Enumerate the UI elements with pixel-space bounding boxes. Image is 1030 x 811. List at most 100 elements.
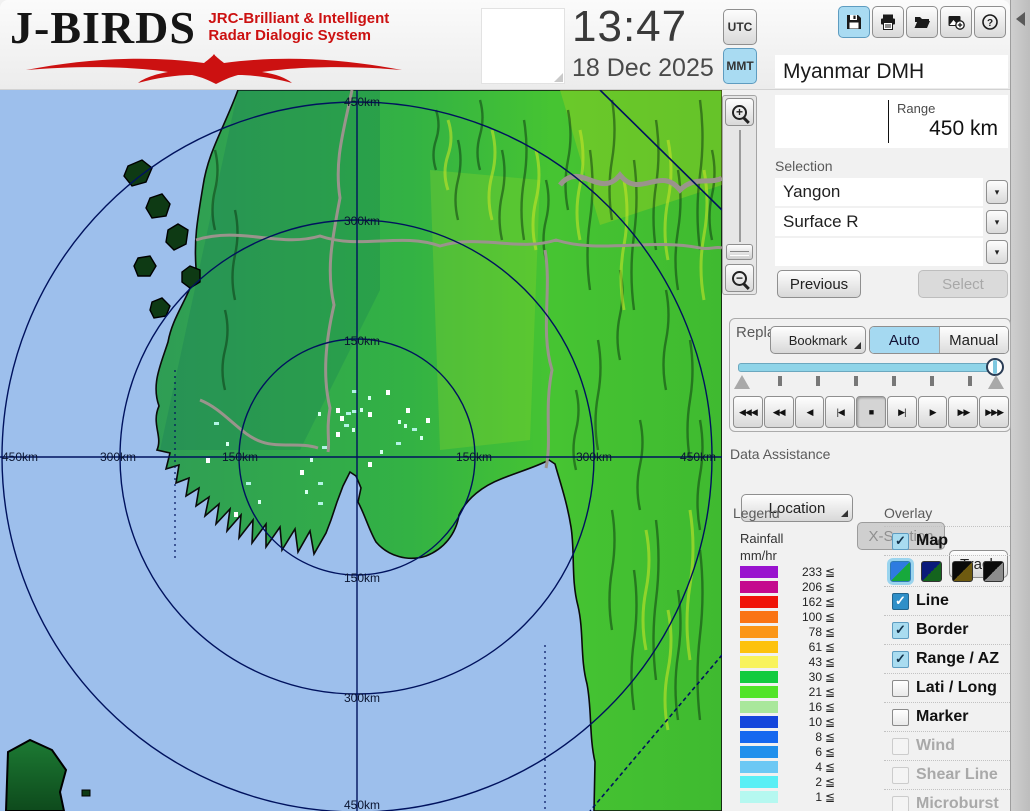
overlay-item-marker[interactable]: Marker <box>884 703 1010 732</box>
overlay-item-range-az[interactable]: ✓Range / AZ <box>884 645 1010 674</box>
checkbox[interactable] <box>892 709 909 726</box>
radar-preview-box <box>481 8 565 84</box>
legend-unit-line1: Rainfall <box>740 531 783 546</box>
overlay-item-lati-long[interactable]: Lati / Long <box>884 674 1010 703</box>
station-dropdown: Yangon ▾ <box>775 178 1008 206</box>
timezone-mmt-button[interactable]: MMT <box>723 48 757 84</box>
overlay-item-wind: Wind <box>884 732 1010 761</box>
auto-manual-toggle: Auto Manual <box>869 326 1009 354</box>
playback-forward-fast[interactable]: ▶▶▶ <box>979 396 1009 428</box>
legend-value: 8 <box>782 730 822 744</box>
map-style-black-gray[interactable] <box>983 561 1004 582</box>
zoom-in-icon: + <box>732 105 747 120</box>
option-dropdown: ▾ <box>775 238 1008 266</box>
ring-label: 450km <box>344 798 380 811</box>
playback-controls: ◀◀◀◀◀◀|◀■▶|▶▶▶▶▶▶ <box>733 396 1009 428</box>
station-dropdown-value[interactable]: Yangon <box>775 178 983 206</box>
overlay-item-label: Lati / Long <box>916 679 997 697</box>
legend-color-swatch <box>740 641 778 653</box>
range-value: 450 km <box>929 117 998 141</box>
replay-timeline-track[interactable] <box>738 363 990 372</box>
checkbox[interactable]: ✓ <box>892 651 909 668</box>
playback-step-back[interactable]: |◀ <box>825 396 855 428</box>
playback-step-forward[interactable]: ▶| <box>887 396 917 428</box>
lte-sign: ≦ <box>825 760 835 774</box>
product-dropdown-value[interactable]: Surface R <box>775 208 983 236</box>
lte-sign: ≦ <box>825 640 835 654</box>
timeline-tick <box>778 376 782 386</box>
lte-sign: ≦ <box>825 775 835 789</box>
ring-label: 150km <box>222 450 258 464</box>
legend-entry: 10≦ <box>740 714 870 729</box>
lte-sign: ≦ <box>825 670 835 684</box>
radar-map[interactable]: 450km300km150km150km300km450km450km300km… <box>0 90 722 811</box>
replay-timeline-handle[interactable] <box>986 358 1004 376</box>
zoom-slider-handle[interactable] <box>726 244 753 260</box>
checkbox[interactable] <box>892 680 909 697</box>
lte-sign: ≦ <box>825 685 835 699</box>
map-canvas: 450km300km150km150km300km450km450km300km… <box>0 90 722 811</box>
legend-color-swatch <box>740 761 778 773</box>
map-style-black-olive[interactable] <box>952 561 973 582</box>
save-button[interactable] <box>838 6 870 38</box>
ring-label: 300km <box>344 691 380 705</box>
zoom-out-button[interactable]: − <box>725 264 754 292</box>
lte-sign: ≦ <box>825 730 835 744</box>
playback-rewind-fast[interactable]: ◀◀◀ <box>733 396 763 428</box>
playback-rewind[interactable]: ◀◀ <box>764 396 794 428</box>
timeline-end-marker[interactable] <box>988 375 1004 389</box>
legend-entry: 2≦ <box>740 774 870 789</box>
manual-button[interactable]: Manual <box>939 327 1009 353</box>
overlay-label: Overlay <box>884 505 932 521</box>
lte-sign: ≦ <box>825 625 835 639</box>
overlay-item-microburst: Microburst <box>884 790 1010 811</box>
checkbox[interactable]: ✓ <box>892 593 909 610</box>
checkbox[interactable]: ✓ <box>892 533 909 550</box>
chevron-down-icon[interactable]: ▾ <box>986 210 1008 234</box>
chevron-down-icon[interactable]: ▾ <box>986 240 1008 264</box>
lte-sign: ≦ <box>825 700 835 714</box>
legend-value: 2 <box>782 775 822 789</box>
legend-value: 162 <box>782 595 822 609</box>
lte-sign: ≦ <box>825 655 835 669</box>
legend-color-swatch <box>740 596 778 608</box>
bookmark-button[interactable]: Bookmark <box>770 326 866 354</box>
overlay-item-map[interactable]: ✓Map <box>884 527 1010 556</box>
open-folder-button[interactable] <box>906 6 938 38</box>
print-icon <box>879 13 897 31</box>
capture-image-button[interactable] <box>940 6 972 38</box>
panel-collapse-strip[interactable] <box>1010 0 1030 811</box>
checkbox[interactable]: ✓ <box>892 622 909 639</box>
logo-tagline: JRC-Brilliant & Intelligent Radar Dialog… <box>208 10 389 44</box>
help-button[interactable]: ? <box>974 6 1006 38</box>
selection-label: Selection <box>775 158 833 174</box>
playback-stop[interactable]: ■ <box>856 396 886 428</box>
previous-button[interactable]: Previous <box>777 270 861 298</box>
range-label: Range <box>897 101 935 116</box>
app-logo: J-BIRDS JRC-Brilliant & Intelligent Rada… <box>10 4 420 86</box>
legend-entry: 233≦ <box>740 564 870 579</box>
print-button[interactable] <box>872 6 904 38</box>
option-dropdown-value[interactable] <box>775 238 983 266</box>
ring-label: 300km <box>344 214 380 228</box>
legend-value: 206 <box>782 580 822 594</box>
playback-forward[interactable]: ▶▶ <box>948 396 978 428</box>
map-style-blue-green[interactable] <box>890 561 911 582</box>
map-style-navy-darkgreen[interactable] <box>921 561 942 582</box>
resize-grip-icon <box>554 73 563 82</box>
zoom-in-button[interactable]: + <box>725 98 754 126</box>
playback-play-reverse[interactable]: ◀ <box>795 396 825 428</box>
map-style-swatches <box>884 556 1010 587</box>
legend-entry: 16≦ <box>740 699 870 714</box>
auto-button[interactable]: Auto <box>870 327 939 353</box>
legend-color-swatch <box>740 656 778 668</box>
overlay-item-label: Shear Line <box>916 766 998 784</box>
playback-play[interactable]: ▶ <box>918 396 948 428</box>
legend-label: Legend <box>733 505 780 521</box>
legend-value: 61 <box>782 640 822 654</box>
lte-sign: ≦ <box>825 790 835 804</box>
timezone-utc-button[interactable]: UTC <box>723 9 757 45</box>
overlay-item-line[interactable]: ✓Line <box>884 587 1010 616</box>
chevron-down-icon[interactable]: ▾ <box>986 180 1008 204</box>
overlay-item-border[interactable]: ✓Border <box>884 616 1010 645</box>
